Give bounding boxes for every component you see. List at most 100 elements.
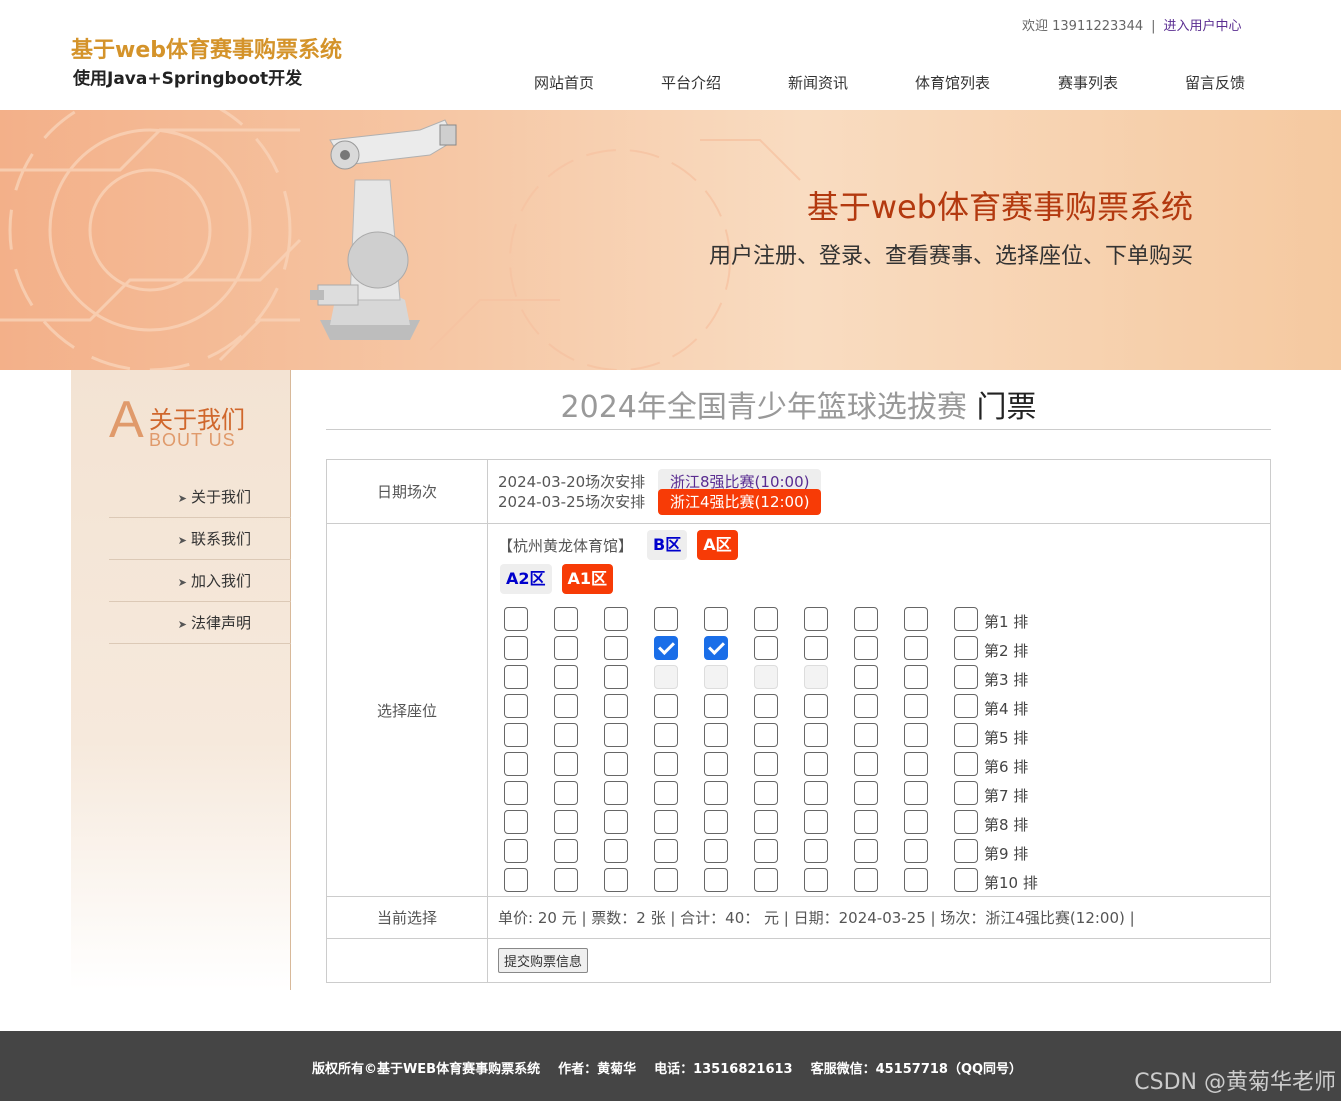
seat-checkbox[interactable] — [604, 723, 628, 747]
seat-checkbox[interactable] — [954, 607, 978, 631]
seat-checkbox[interactable] — [954, 694, 978, 718]
seat-checkbox[interactable] — [704, 723, 728, 747]
seat-checkbox[interactable] — [654, 868, 678, 892]
seat-checkbox[interactable] — [554, 839, 578, 863]
seat-checkbox[interactable] — [654, 723, 678, 747]
seat-checkbox[interactable] — [954, 868, 978, 892]
seat-checkbox[interactable] — [904, 839, 928, 863]
seat-checkbox[interactable] — [754, 781, 778, 805]
seat-checkbox[interactable] — [954, 723, 978, 747]
seat-checkbox[interactable] — [904, 810, 928, 834]
seat-checkbox[interactable] — [504, 694, 528, 718]
seat-checkbox[interactable] — [654, 781, 678, 805]
seat-checkbox[interactable] — [954, 810, 978, 834]
sidebar-item-contact[interactable]: ➤ 联系我们 — [109, 518, 291, 560]
seat-checkbox[interactable] — [554, 752, 578, 776]
zone-a1-button[interactable]: A1区 — [561, 564, 614, 594]
seat-checkbox[interactable] — [654, 694, 678, 718]
seat-checkbox[interactable] — [704, 694, 728, 718]
seat-checkbox[interactable] — [604, 810, 628, 834]
seat-checkbox[interactable] — [604, 868, 628, 892]
seat-checkbox[interactable] — [554, 694, 578, 718]
seat-checkbox[interactable] — [904, 694, 928, 718]
seat-checkbox[interactable] — [504, 839, 528, 863]
seat-checkbox[interactable] — [504, 810, 528, 834]
seat-checkbox[interactable] — [854, 781, 878, 805]
seat-checkbox[interactable] — [954, 636, 978, 660]
seat-checkbox[interactable] — [704, 810, 728, 834]
nav-home[interactable]: 网站首页 — [534, 72, 594, 93]
seat-checkbox[interactable] — [704, 781, 728, 805]
seat-checkbox[interactable] — [704, 752, 728, 776]
seat-checkbox[interactable] — [854, 694, 878, 718]
seat-checkbox[interactable] — [754, 636, 778, 660]
nav-platform-intro[interactable]: 平台介绍 — [661, 72, 721, 93]
seat-checkbox[interactable] — [804, 810, 828, 834]
nav-feedback[interactable]: 留言反馈 — [1185, 72, 1245, 93]
seat-checkbox[interactable] — [804, 752, 828, 776]
seat-checkbox[interactable] — [954, 781, 978, 805]
nav-event-list[interactable]: 赛事列表 — [1058, 72, 1118, 93]
seat-checkbox[interactable] — [904, 665, 928, 689]
seat-checkbox[interactable] — [504, 868, 528, 892]
seat-checkbox[interactable] — [754, 810, 778, 834]
seat-checkbox[interactable] — [604, 694, 628, 718]
logo-title[interactable]: 基于web体育赛事购票系统 — [71, 32, 342, 64]
seat-checkbox[interactable] — [754, 607, 778, 631]
seat-checkbox[interactable] — [504, 665, 528, 689]
zone-b-button[interactable]: B区 — [647, 530, 688, 560]
seat-checkbox[interactable] — [804, 781, 828, 805]
seat-checkbox[interactable] — [854, 607, 878, 631]
seat-checkbox[interactable] — [554, 723, 578, 747]
seat-checkbox[interactable] — [554, 810, 578, 834]
seat-checkbox[interactable] — [754, 752, 778, 776]
seat-checkbox[interactable] — [754, 723, 778, 747]
seat-checkbox[interactable] — [854, 839, 878, 863]
seat-checkbox[interactable] — [604, 607, 628, 631]
seat-checkbox[interactable] — [954, 665, 978, 689]
seat-checkbox[interactable] — [704, 636, 728, 660]
seat-checkbox[interactable] — [504, 723, 528, 747]
seat-checkbox[interactable] — [804, 607, 828, 631]
sidebar-item-legal[interactable]: ➤ 法律声明 — [109, 602, 291, 644]
seat-checkbox[interactable] — [504, 752, 528, 776]
seat-checkbox[interactable] — [854, 665, 878, 689]
seat-checkbox[interactable] — [704, 868, 728, 892]
seat-checkbox[interactable] — [804, 636, 828, 660]
seat-checkbox[interactable] — [954, 752, 978, 776]
seat-checkbox[interactable] — [854, 752, 878, 776]
seat-checkbox[interactable] — [904, 868, 928, 892]
submit-ticket-button[interactable]: 提交购票信息 — [498, 948, 589, 973]
seat-checkbox[interactable] — [554, 868, 578, 892]
seat-checkbox[interactable] — [504, 781, 528, 805]
sidebar-item-join[interactable]: ➤ 加入我们 — [109, 560, 291, 602]
seat-checkbox[interactable] — [554, 665, 578, 689]
seat-checkbox[interactable] — [854, 810, 878, 834]
seat-checkbox[interactable] — [554, 607, 578, 631]
seat-checkbox[interactable] — [654, 839, 678, 863]
seat-checkbox[interactable] — [804, 868, 828, 892]
seat-checkbox[interactable] — [754, 694, 778, 718]
seat-checkbox[interactable] — [954, 839, 978, 863]
seat-checkbox[interactable] — [554, 636, 578, 660]
user-center-link[interactable]: 进入用户中心 — [1164, 19, 1242, 34]
seat-checkbox[interactable] — [804, 694, 828, 718]
seat-checkbox[interactable] — [604, 636, 628, 660]
seat-checkbox[interactable] — [504, 636, 528, 660]
nav-stadium-list[interactable]: 体育馆列表 — [915, 72, 990, 93]
zone-a2-button[interactable]: A2区 — [500, 564, 552, 594]
seat-checkbox[interactable] — [904, 723, 928, 747]
seat-checkbox[interactable] — [854, 636, 878, 660]
seat-checkbox[interactable] — [904, 607, 928, 631]
seat-checkbox[interactable] — [904, 636, 928, 660]
seat-checkbox[interactable] — [654, 636, 678, 660]
seat-checkbox[interactable] — [904, 781, 928, 805]
nav-news[interactable]: 新闻资讯 — [788, 72, 848, 93]
seat-checkbox[interactable] — [804, 723, 828, 747]
seat-checkbox[interactable] — [754, 839, 778, 863]
sidebar-item-about[interactable]: ➤ 关于我们 — [109, 476, 291, 518]
seat-checkbox[interactable] — [504, 607, 528, 631]
seat-checkbox[interactable] — [654, 810, 678, 834]
seat-checkbox[interactable] — [854, 723, 878, 747]
zone-a-button[interactable]: A区 — [697, 530, 738, 560]
